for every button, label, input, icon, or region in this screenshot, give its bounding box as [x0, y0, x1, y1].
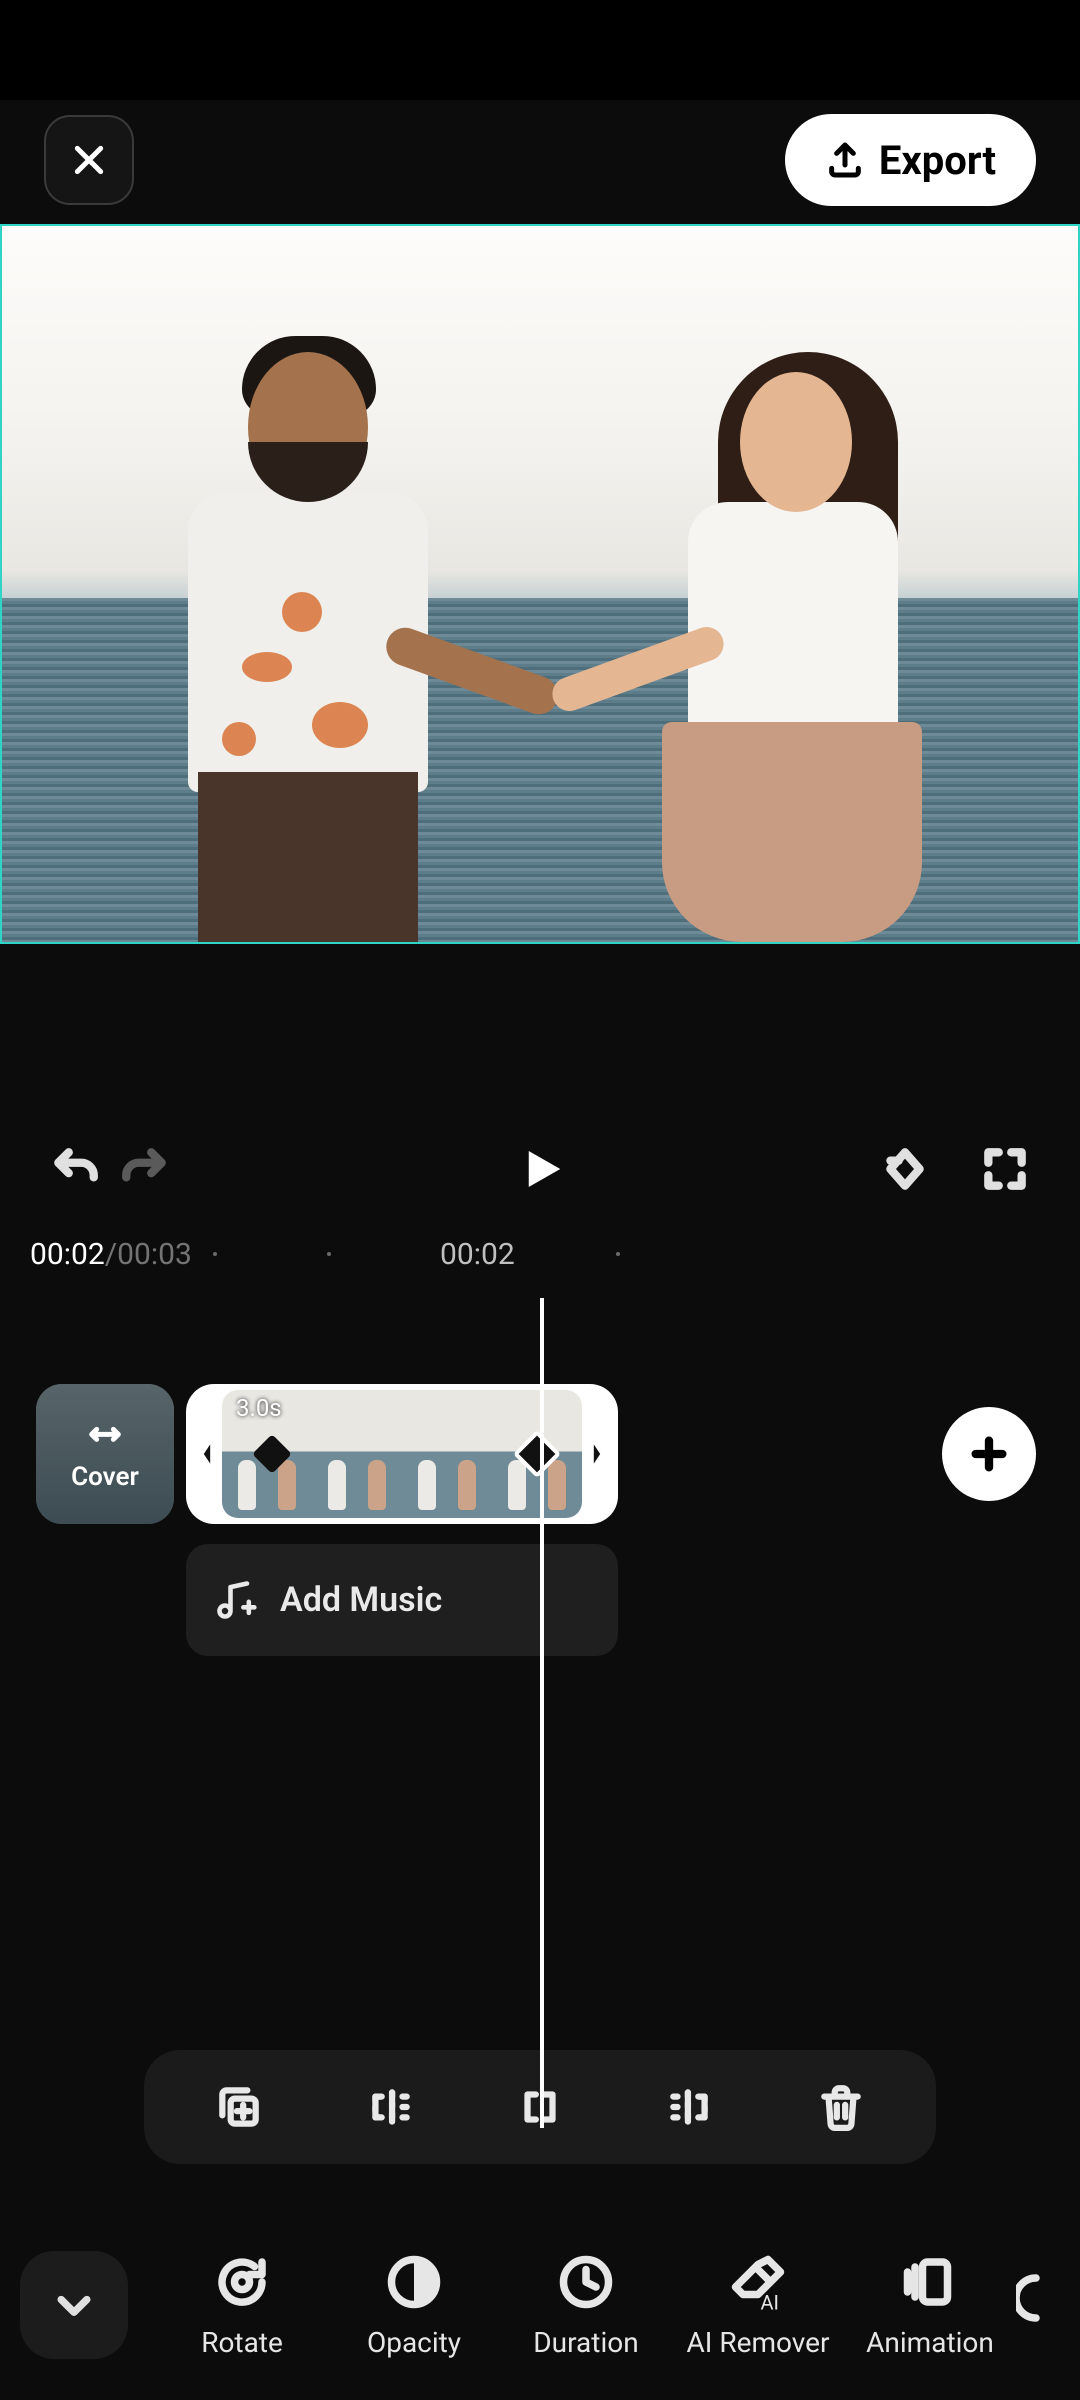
- clip-handle-right[interactable]: [582, 1390, 612, 1518]
- duplicate-icon: [214, 2082, 264, 2132]
- rotate-icon: [212, 2252, 272, 2312]
- timeline[interactable]: Cover 3.0s: [0, 1284, 1080, 2164]
- swap-icon: [85, 1416, 125, 1456]
- tool-label: AI Remover: [687, 2326, 830, 2359]
- redo-button[interactable]: [110, 1134, 180, 1204]
- plus-icon: [969, 1434, 1009, 1474]
- current-time: 00:02: [30, 1237, 105, 1272]
- fullscreen-button[interactable]: [970, 1134, 1040, 1204]
- delete-button[interactable]: [801, 2067, 881, 2147]
- keyframe-button[interactable]: [870, 1134, 940, 1204]
- trash-icon: [816, 2082, 866, 2132]
- redo-icon: [120, 1144, 170, 1194]
- timeline-tick: [616, 1252, 620, 1256]
- clip-duration: 3.0s: [236, 1394, 282, 1422]
- add-music-button[interactable]: Add Music: [186, 1544, 618, 1656]
- eraser-ai-icon: AI: [728, 2252, 788, 2312]
- undo-icon: [50, 1144, 100, 1194]
- tool-opacity[interactable]: Opacity: [328, 2252, 500, 2359]
- preview-image: [2, 226, 1078, 942]
- collapse-tools-button[interactable]: [20, 2251, 128, 2359]
- playhead[interactable]: [540, 1298, 544, 2128]
- play-icon: [513, 1142, 567, 1196]
- split-left-icon: [365, 2082, 415, 2132]
- chevron-left-icon: [199, 1434, 215, 1474]
- add-music-label: Add Music: [280, 1580, 442, 1620]
- duplicate-button[interactable]: [199, 2067, 279, 2147]
- tool-animation[interactable]: Animation: [844, 2252, 1016, 2359]
- svg-text:AI: AI: [761, 2290, 780, 2312]
- ruler-mark: 00:02: [440, 1237, 515, 1272]
- tool-rotate[interactable]: Rotate: [156, 2252, 328, 2359]
- tool-label: Opacity: [367, 2326, 461, 2359]
- keyframe-icon: [880, 1144, 930, 1194]
- tool-duration[interactable]: Duration: [500, 2252, 672, 2359]
- video-clip[interactable]: 3.0s: [186, 1384, 618, 1524]
- clip-handle-left[interactable]: [192, 1390, 222, 1518]
- export-icon: [825, 140, 865, 180]
- export-button[interactable]: Export: [785, 114, 1036, 206]
- status-bar: [0, 0, 1080, 100]
- split-left-button[interactable]: [350, 2067, 430, 2147]
- export-label: Export: [879, 137, 996, 184]
- split-right-button[interactable]: [650, 2067, 730, 2147]
- timeline-tick: [327, 1252, 331, 1256]
- tool-label: Animation: [866, 2326, 994, 2359]
- add-clip-button[interactable]: [942, 1407, 1036, 1501]
- music-plus-icon: [214, 1578, 258, 1622]
- video-preview[interactable]: [0, 224, 1080, 944]
- tool-label: Duration: [533, 2326, 638, 2359]
- timeline-tick: [213, 1252, 217, 1256]
- close-icon: [69, 140, 109, 180]
- cover-button[interactable]: Cover: [36, 1384, 174, 1524]
- tool-label: Rotate: [201, 2326, 283, 2359]
- tool-ai-remover[interactable]: AI AI Remover: [672, 2252, 844, 2359]
- cover-label: Cover: [71, 1462, 139, 1492]
- chevron-down-icon: [52, 2283, 96, 2327]
- undo-button[interactable]: [40, 1134, 110, 1204]
- animation-icon: [900, 2252, 960, 2312]
- clock-icon: [556, 2252, 616, 2312]
- chevron-right-icon: [589, 1434, 605, 1474]
- time-separator: /: [105, 1237, 117, 1272]
- total-time: 00:03: [117, 1237, 192, 1272]
- partial-icon: [1016, 2268, 1076, 2328]
- tool-overflow[interactable]: [1016, 2268, 1076, 2342]
- close-button[interactable]: [44, 115, 134, 205]
- play-button[interactable]: [505, 1134, 575, 1204]
- opacity-icon: [384, 2252, 444, 2312]
- split-right-icon: [665, 2082, 715, 2132]
- fullscreen-icon: [980, 1144, 1030, 1194]
